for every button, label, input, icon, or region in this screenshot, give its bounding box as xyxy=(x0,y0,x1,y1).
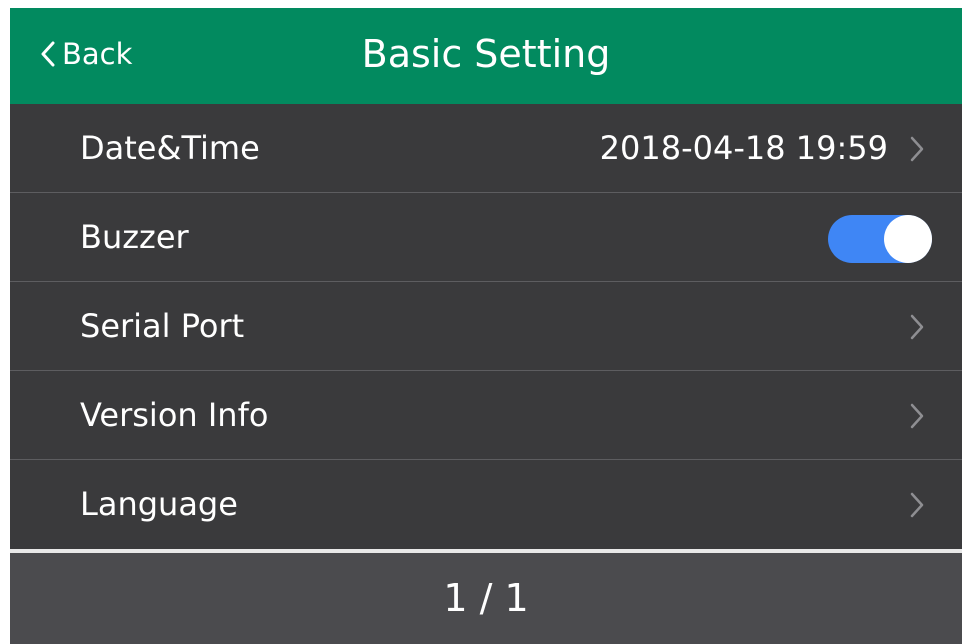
header-bar: Back Basic Setting xyxy=(10,8,962,104)
setting-label: Language xyxy=(80,485,238,523)
settings-list: Date&Time 2018-04-18 19:59 Buzzer Serial… xyxy=(10,104,962,549)
buzzer-toggle[interactable] xyxy=(828,215,932,263)
setting-row-language[interactable]: Language xyxy=(10,460,962,549)
chevron-right-icon xyxy=(910,136,924,162)
chevron-right-icon xyxy=(910,492,924,518)
toggle-knob xyxy=(884,215,932,263)
footer-bar: 1 / 1 xyxy=(10,553,962,644)
page-indicator: 1 / 1 xyxy=(443,576,529,620)
date-time-value: 2018-04-18 19:59 xyxy=(599,129,888,167)
setting-row-buzzer: Buzzer xyxy=(10,193,962,282)
page-title: Basic Setting xyxy=(361,32,611,76)
setting-row-date-time[interactable]: Date&Time 2018-04-18 19:59 xyxy=(10,104,962,193)
chevron-right-icon xyxy=(910,403,924,429)
device-screen: Back Basic Setting Date&Time 2018-04-18 … xyxy=(10,8,962,644)
chevron-right-icon xyxy=(910,314,924,340)
setting-row-version-info[interactable]: Version Info xyxy=(10,371,962,460)
setting-label: Serial Port xyxy=(80,307,245,345)
setting-label: Buzzer xyxy=(80,218,189,256)
setting-label: Version Info xyxy=(80,396,269,434)
setting-label: Date&Time xyxy=(80,129,260,167)
setting-row-serial-port[interactable]: Serial Port xyxy=(10,282,962,371)
